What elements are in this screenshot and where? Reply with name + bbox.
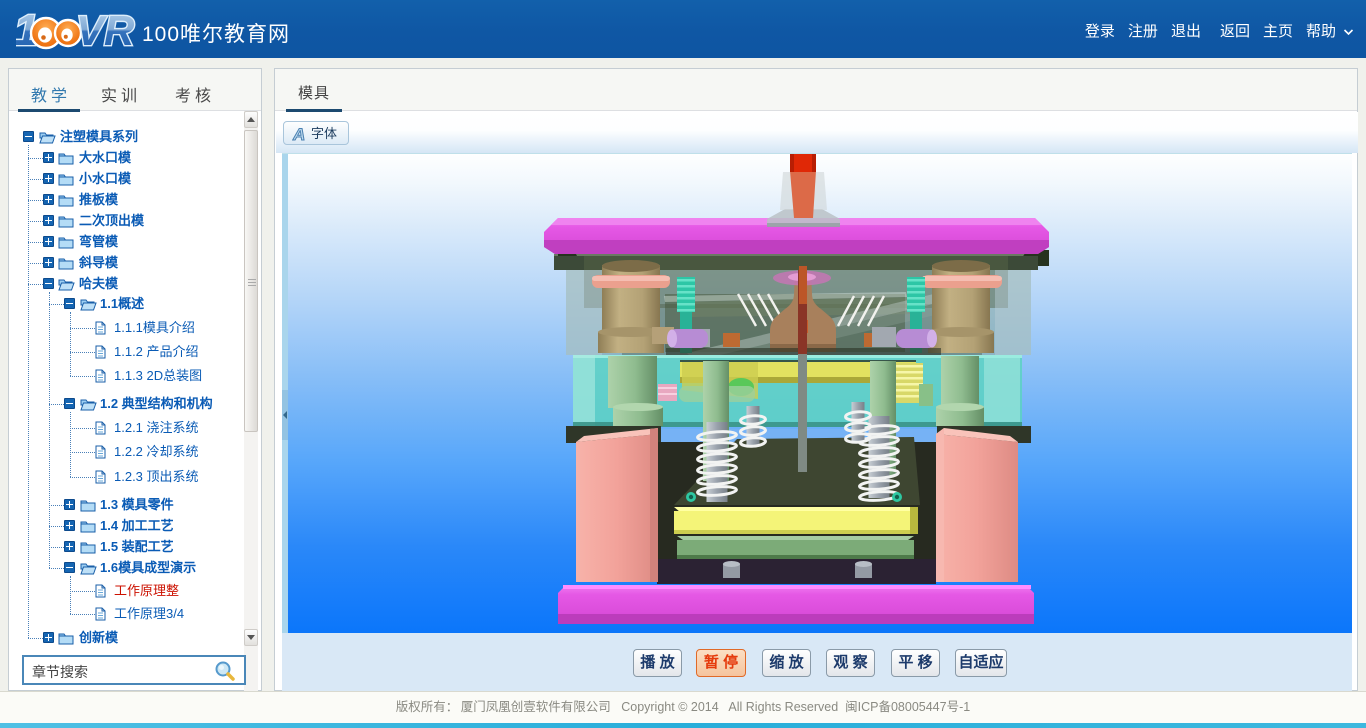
svg-text:VR: VR — [76, 7, 135, 54]
svg-text:A: A — [292, 125, 305, 143]
